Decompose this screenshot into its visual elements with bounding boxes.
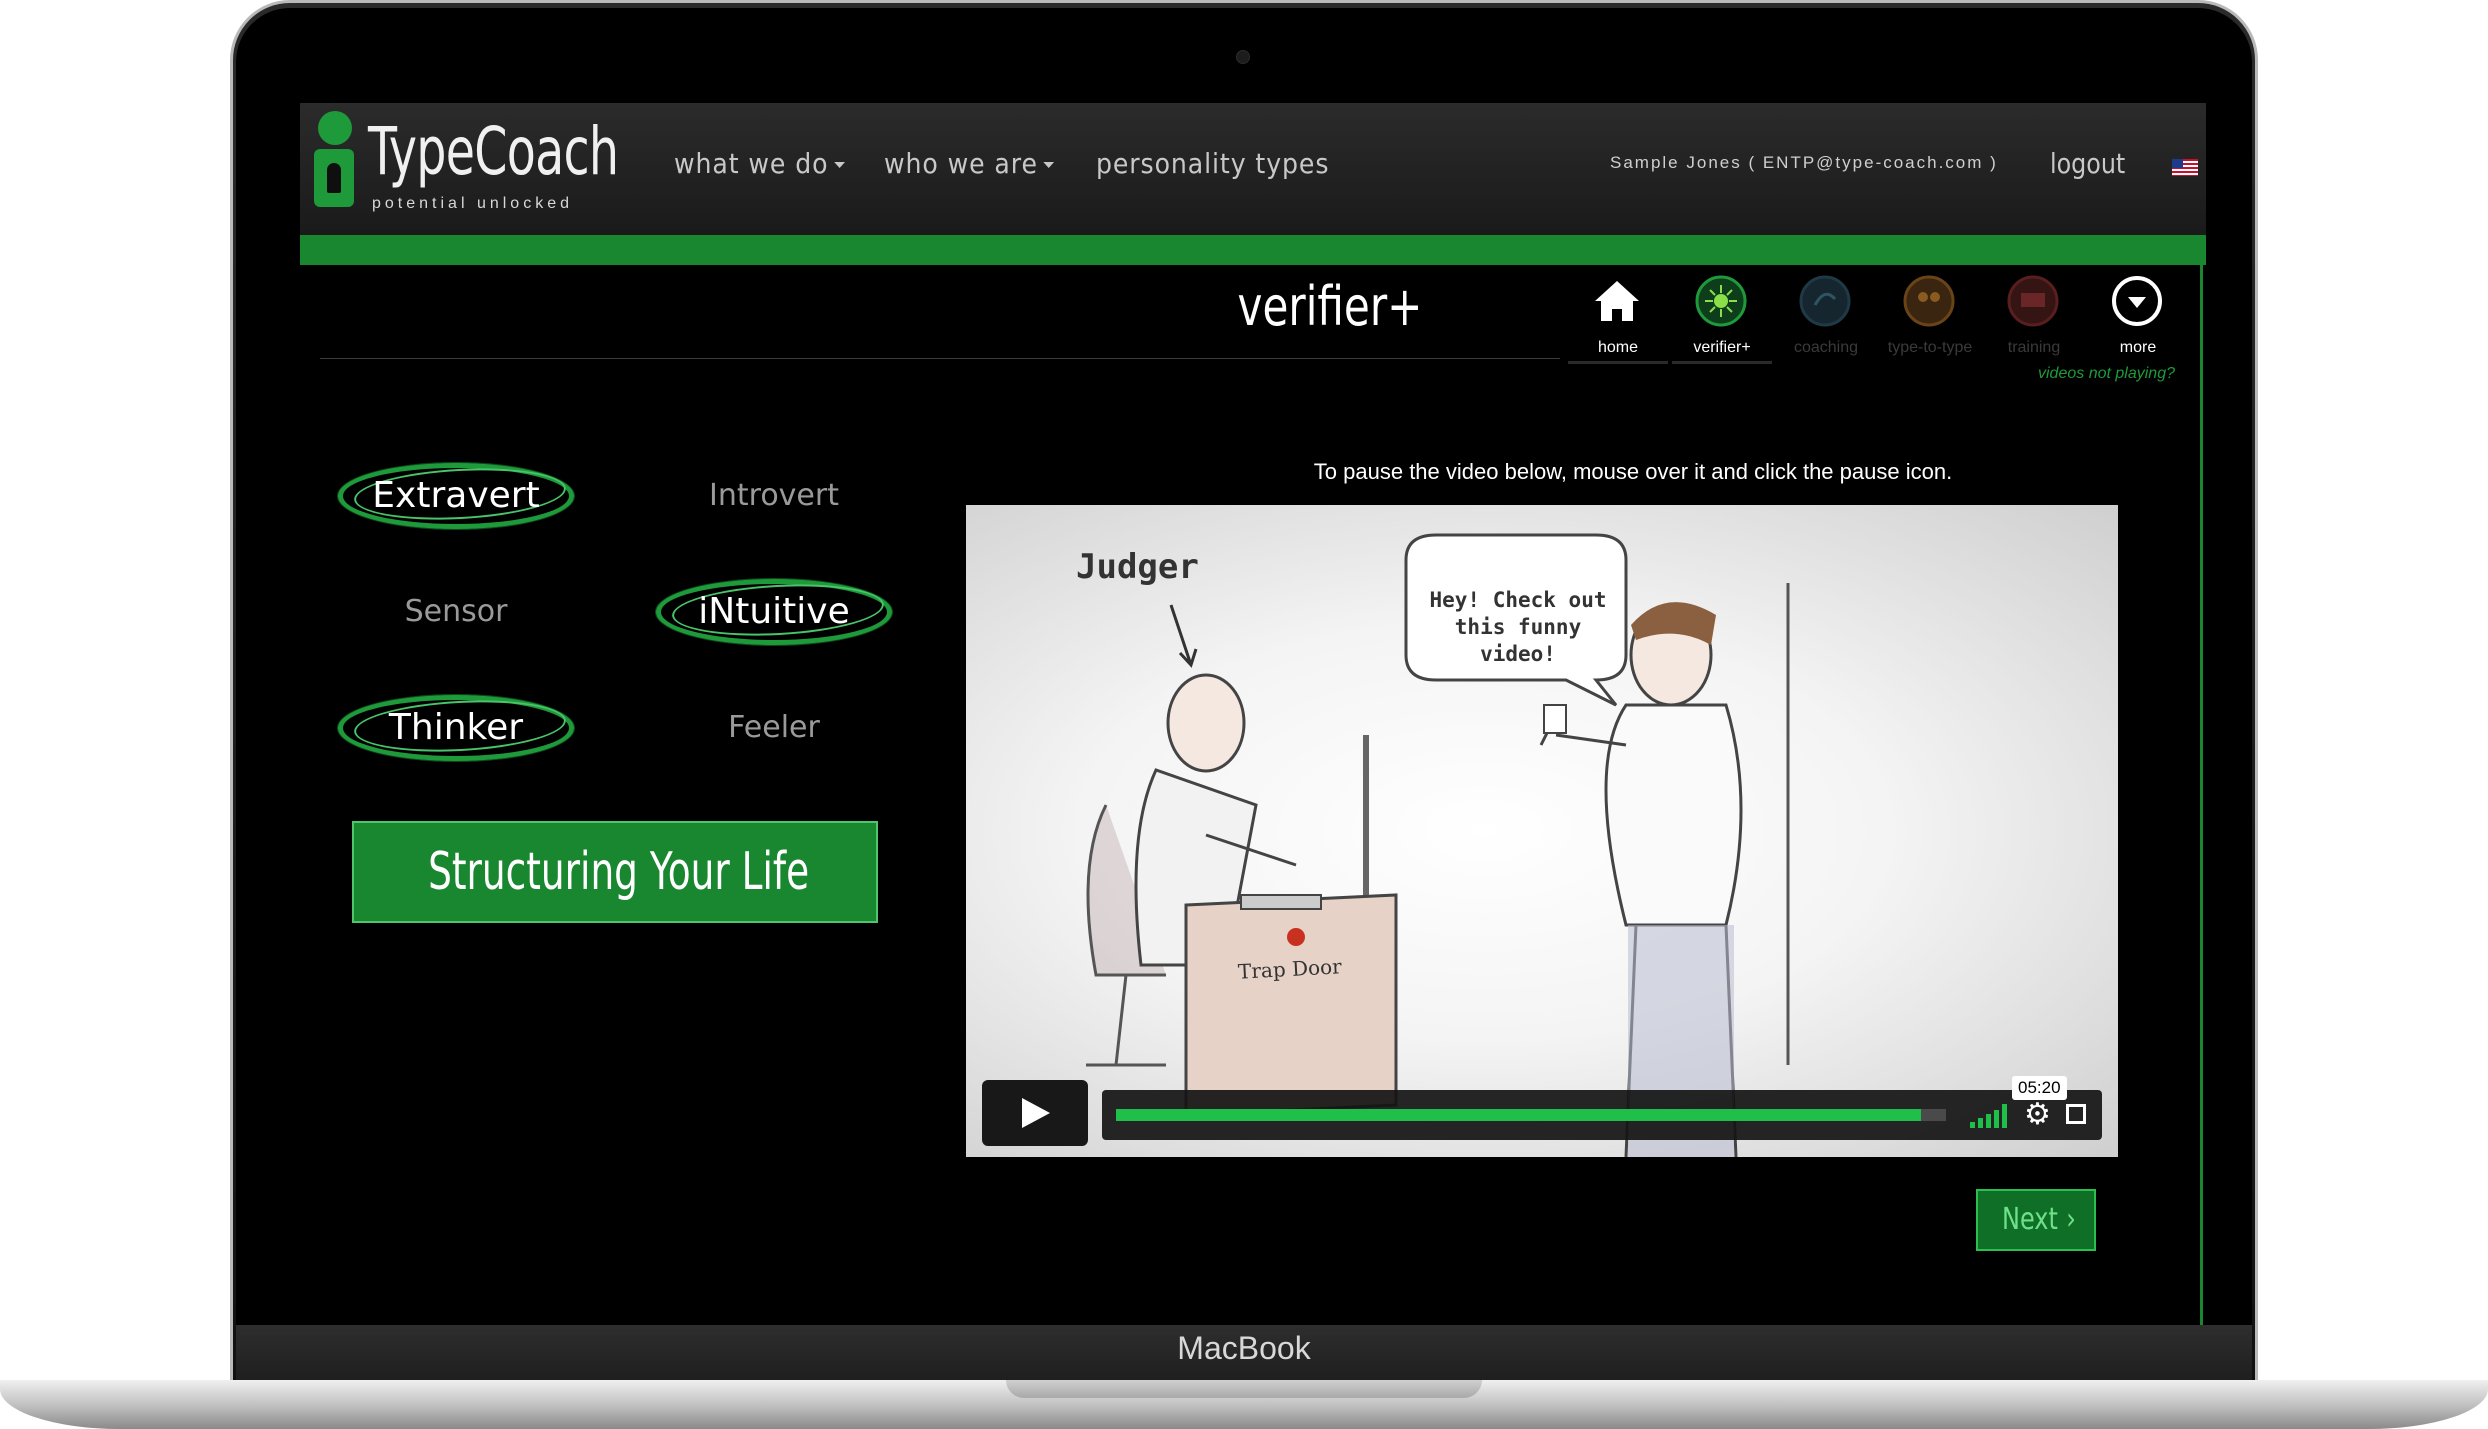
video-instructions: To pause the video below, mouse over it … (1313, 459, 1953, 484)
keyhole-person-icon (314, 111, 358, 211)
next-button[interactable]: Next › (1976, 1189, 2096, 1251)
tab-training[interactable]: training (1984, 269, 2084, 365)
nav-label: personality types (1096, 147, 1330, 180)
nav-what-we-do[interactable]: what we do (674, 147, 845, 180)
page-title: verifier+ (1237, 275, 1423, 338)
control-bar: 05:20 ⚙ (1102, 1076, 2102, 1140)
verifier-icon (1695, 275, 1747, 327)
coaching-icon (1799, 275, 1851, 327)
user-account[interactable]: Sample Jones ( ENTP@type-coach.com ) (1610, 153, 1998, 173)
training-icon (2007, 275, 2059, 327)
video-controls: 05:20 ⚙ (982, 1076, 2102, 1146)
device-label: MacBook (1177, 1330, 1311, 1366)
volume-icon[interactable] (1970, 1104, 2010, 1128)
browser-screen: TypeCoach potential unlocked what we do … (300, 103, 2206, 1325)
divider (2200, 265, 2203, 1325)
type-label: Extravert (372, 475, 540, 516)
caret-down-icon (1043, 162, 1055, 168)
structuring-your-life-button[interactable]: Structuring Your Life (352, 821, 878, 923)
nav-label: who we are (884, 147, 1038, 180)
play-icon (1022, 1098, 1050, 1128)
tab-label: more (2119, 339, 2157, 356)
type-label: Feeler (728, 710, 820, 745)
top-navbar: TypeCoach potential unlocked what we do … (300, 103, 2206, 235)
tab-type-to-type[interactable]: type-to-type (1880, 269, 1980, 365)
brand-name: TypeCoach (368, 113, 619, 190)
type-thinker[interactable]: Thinker (336, 693, 576, 763)
nav-label: what we do (674, 147, 829, 180)
tab-home[interactable]: home (1568, 269, 1668, 365)
speech-bubble-text: Hey! Check out this funny video! (1429, 588, 1607, 666)
type-intuitive[interactable]: iNtuitive (654, 577, 894, 647)
logout-link[interactable]: logout (2050, 147, 2125, 180)
nav-who-we-are[interactable]: who we are (884, 147, 1055, 180)
tab-label: verifier+ (1693, 339, 1751, 356)
chevron-right-icon: › (2066, 1202, 2076, 1237)
tab-label: home (1597, 339, 1639, 356)
tab-more[interactable]: more (2088, 269, 2188, 365)
type-feeler[interactable]: Feeler (654, 693, 894, 763)
tab-label: coaching (1793, 339, 1859, 356)
section-tabs: home verifier+ coaching type-to-type tra… (1568, 269, 2186, 365)
type-to-type-icon (1903, 275, 1955, 327)
video-player[interactable]: Judger Hey! Check out this funny video! … (966, 505, 2118, 1157)
tab-label: training (2007, 339, 2061, 356)
type-introvert[interactable]: Introvert (654, 461, 894, 531)
tab-coaching[interactable]: coaching (1776, 269, 1876, 365)
divider (320, 358, 1560, 359)
time-display: 05:20 (2012, 1076, 2067, 1100)
fullscreen-icon[interactable] (2066, 1104, 2086, 1124)
tab-label: type-to-type (1887, 339, 1973, 356)
type-label: iNtuitive (698, 591, 850, 632)
type-extravert[interactable]: Extravert (336, 461, 576, 531)
brand-tagline: potential unlocked (372, 195, 573, 212)
typecoach-logo[interactable]: TypeCoach potential unlocked (314, 107, 619, 227)
settings-gear-icon[interactable]: ⚙ (2024, 1100, 2051, 1130)
home-icon (1595, 281, 1639, 321)
type-label: Sensor (404, 594, 508, 629)
more-icon (2112, 276, 2162, 326)
type-label: Introvert (709, 478, 839, 513)
judger-label: Judger (1076, 547, 1199, 587)
nav-personality-types[interactable]: personality types (1096, 147, 1329, 180)
accent-bar (300, 235, 2206, 265)
button-label: Next (2002, 1202, 2058, 1237)
caret-down-icon (833, 162, 845, 168)
laptop-notch (1006, 1380, 1482, 1398)
type-sensor[interactable]: Sensor (336, 577, 576, 647)
progress-bar[interactable] (1116, 1109, 1946, 1121)
us-flag-icon[interactable] (2172, 159, 2198, 176)
progress-fill (1116, 1109, 1922, 1121)
camera-icon (1236, 50, 1250, 64)
play-button[interactable] (982, 1080, 1088, 1146)
tab-verifier[interactable]: verifier+ (1672, 269, 1772, 365)
videos-not-playing-link[interactable]: videos not playing? (2038, 365, 2175, 383)
type-label: Thinker (388, 707, 524, 748)
button-label: Structuring Your Life (428, 842, 810, 902)
